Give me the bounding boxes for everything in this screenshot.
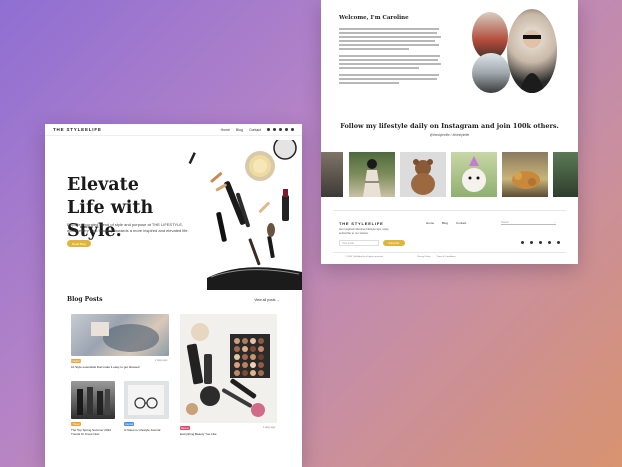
hero-description: Explore a curated blend of style and pur… — [67, 222, 189, 233]
footer-link-blog[interactable]: Blog — [442, 221, 448, 225]
post-title[interactable]: A Notes to Lifestyle Journal — [124, 428, 170, 432]
footer-link-contact[interactable]: Contact — [456, 221, 466, 225]
post-thumbnail[interactable] — [124, 381, 169, 419]
blog-homepage-preview: THE STYLEELIFE Home Blog Contact Elevate… — [45, 124, 302, 467]
search-placeholder: Search — [501, 220, 509, 224]
footer-logo[interactable]: THE STYLEELIFE — [339, 221, 384, 226]
terms-link[interactable]: Terms & Conditions — [437, 256, 456, 258]
profile-photo — [507, 9, 557, 93]
instagram-photo[interactable] — [321, 152, 343, 197]
social-icon[interactable] — [285, 128, 288, 131]
blog-posts-heading: Blog Posts — [67, 296, 103, 303]
site-logo[interactable]: THE STYLEELIFE — [53, 127, 102, 132]
footer-social-icons — [521, 241, 560, 244]
instagram-handle[interactable]: @thestyleelife / #thestylelife — [321, 133, 578, 137]
facebook-icon[interactable] — [530, 241, 533, 244]
privacy-policy-link[interactable]: Privacy Policy — [417, 256, 431, 258]
instagram-photo[interactable] — [451, 152, 497, 197]
hero-section: Elevate Life with Style. Explore a curat… — [45, 136, 302, 290]
post-category-tag[interactable]: Fashion — [71, 359, 81, 363]
copyright-text: © 2024 TheStyleLife all rights reserved. — [345, 256, 384, 258]
footer-link-home[interactable]: Home — [426, 221, 434, 225]
post-category-tag[interactable]: Journal — [124, 422, 134, 426]
footer-nav: Home Blog Contact — [426, 221, 466, 225]
nav-link-contact[interactable]: Contact — [249, 128, 261, 132]
post-thumbnail[interactable] — [180, 314, 277, 423]
read-blog-button[interactable]: Read Blog — [67, 240, 91, 247]
post-date: 2 days ago — [155, 359, 168, 362]
top-navbar: THE STYLEELIFE Home Blog Contact — [45, 124, 302, 136]
welcome-heading: Welcome, I'm Caroline — [339, 15, 409, 21]
instagram-photo[interactable] — [349, 152, 395, 197]
profile-photo — [472, 53, 510, 93]
post-category-tag[interactable]: Travel — [71, 422, 81, 426]
post-thumbnail[interactable] — [71, 381, 115, 419]
search-icon[interactable] — [291, 128, 294, 131]
view-all-posts-link[interactable]: View all posts → — [254, 298, 280, 302]
social-icon[interactable] — [279, 128, 282, 131]
cosmetics-hero-image — [188, 140, 302, 290]
social-icon[interactable] — [267, 128, 270, 131]
post-date: 4 days ago — [263, 426, 276, 429]
instagram-photo[interactable] — [400, 152, 446, 197]
footer-tagline: Get inspired! Receive lifestyle tips, st… — [339, 227, 390, 235]
x-icon[interactable] — [521, 241, 524, 244]
search-icon[interactable]: ⌕ — [555, 221, 556, 224]
post-title[interactable]: 10 Style essentials that make it easy to… — [71, 365, 161, 369]
legal-links: Privacy Policy Terms & Conditions — [417, 256, 456, 258]
instagram-photo[interactable] — [502, 152, 548, 197]
footer-search-input[interactable]: Search ⌕ — [501, 220, 556, 225]
about-page-preview: Welcome, I'm Caroline Follow my lifestyl… — [321, 0, 578, 264]
post-category-tag[interactable]: Beauty — [180, 426, 190, 430]
instagram-photo[interactable] — [553, 152, 578, 197]
post-title[interactable]: Everything Beauty You Like — [180, 432, 250, 436]
instagram-icon[interactable] — [539, 241, 542, 244]
post-thumbnail[interactable] — [71, 314, 169, 356]
nav-link-blog[interactable]: Blog — [236, 128, 243, 132]
instagram-heading: Follow my lifestyle daily on Instagram a… — [340, 122, 559, 130]
social-icon[interactable] — [273, 128, 276, 131]
subscribe-button[interactable]: Subscribe — [383, 240, 405, 246]
post-title[interactable]: The Top Spring Summer 2024 Trends To Kno… — [71, 428, 117, 436]
nav-link-home[interactable]: Home — [221, 128, 230, 132]
pinterest-icon[interactable] — [548, 241, 551, 244]
newsletter-email-input[interactable]: Your email — [339, 240, 379, 246]
youtube-icon[interactable] — [557, 241, 560, 244]
social-icons — [267, 128, 294, 131]
